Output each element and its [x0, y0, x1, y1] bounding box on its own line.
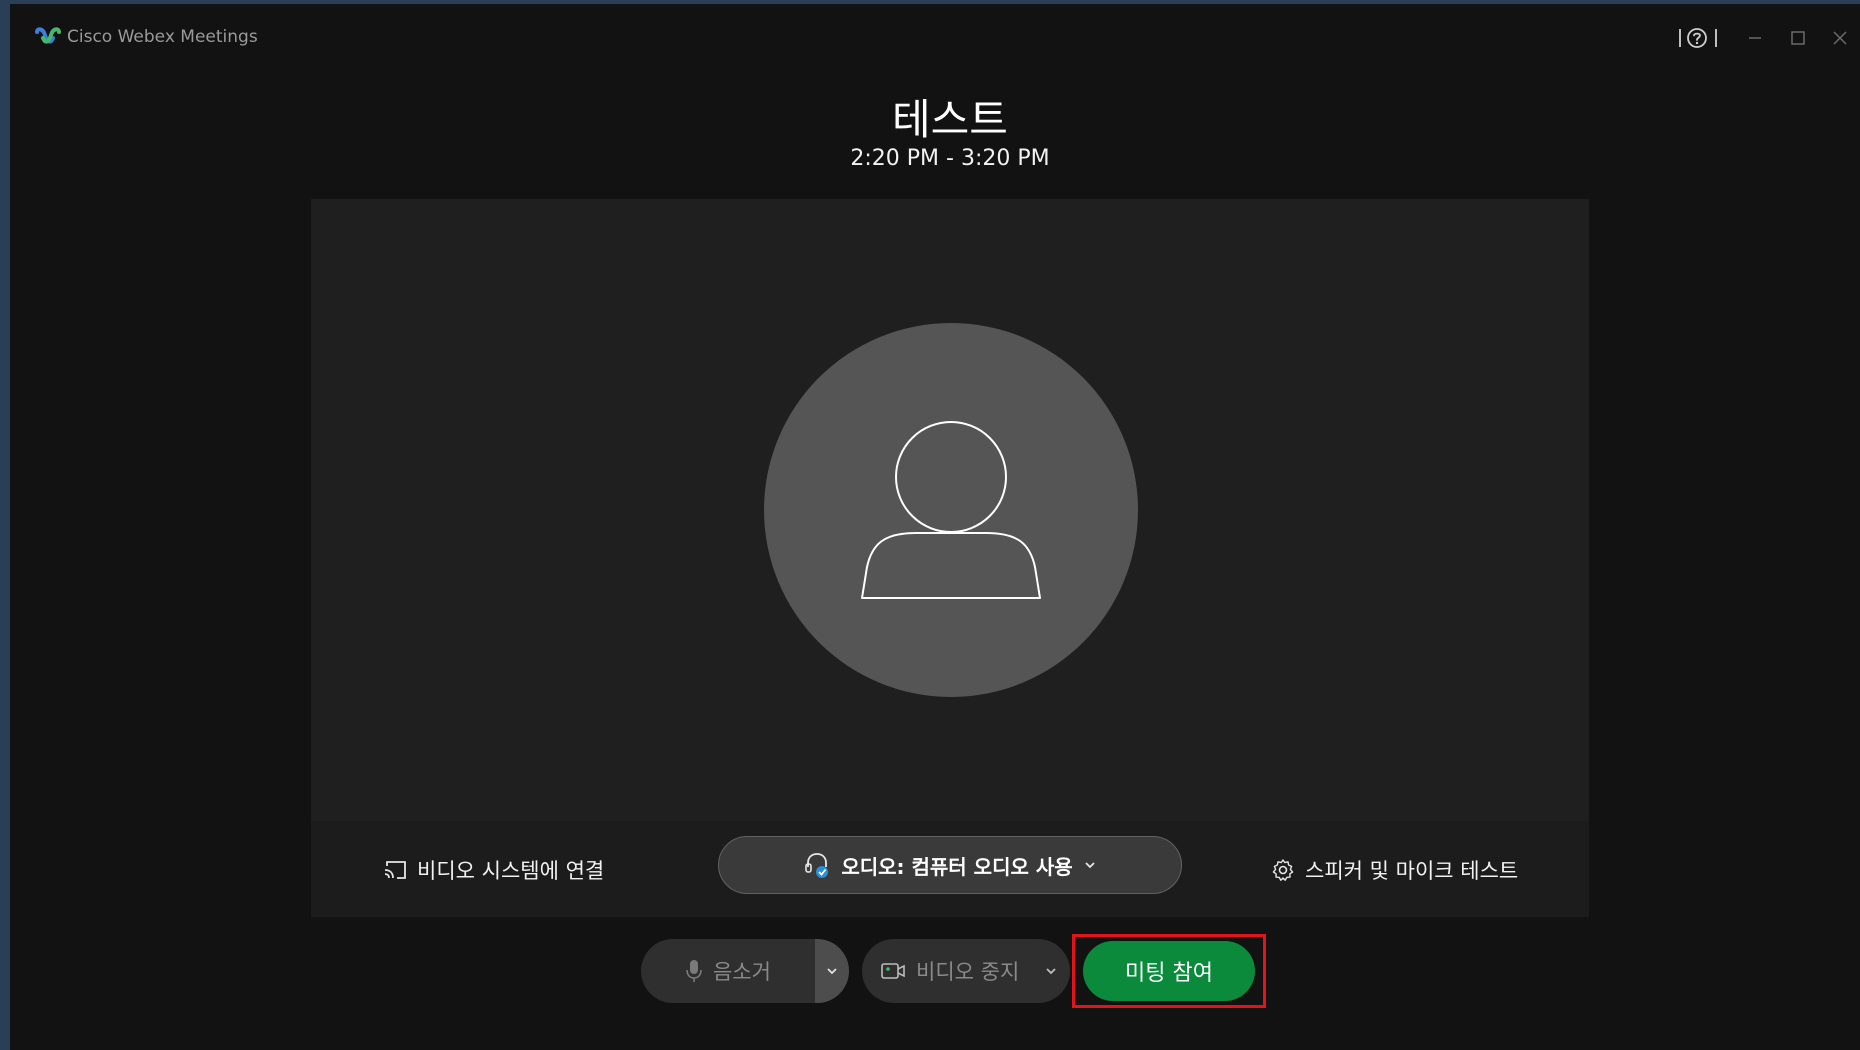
maximize-icon[interactable] [1778, 18, 1818, 58]
gear-icon [1272, 859, 1294, 881]
title-bar: Cisco Webex Meetings [20, 8, 1860, 66]
cast-icon [384, 861, 406, 879]
stop-video-button[interactable]: 비디오 중지 [862, 939, 1070, 1003]
webex-window: Cisco Webex Meetings 테스트 2:20 PM - 3:20 … [0, 0, 1860, 1050]
separator [1715, 29, 1717, 47]
audio-connection-dropdown[interactable]: 오디오: 컴퓨터 오디오 사용 [718, 836, 1182, 894]
minimize-icon[interactable] [1735, 18, 1775, 58]
audio-options-bar: 비디오 시스템에 연결 오디오: 컴퓨터 오디오 사용 스피커 및 마이크 테스… [311, 821, 1589, 917]
webex-logo-icon [35, 27, 61, 44]
mute-button[interactable]: 음소거 [641, 939, 849, 1003]
join-meeting-button[interactable]: 미팅 참여 [1083, 941, 1255, 1001]
close-icon[interactable] [1820, 18, 1860, 58]
chevron-down-icon [1046, 968, 1056, 975]
microphone-icon [686, 960, 702, 982]
app-title: Cisco Webex Meetings [67, 27, 258, 47]
stop-video-label: 비디오 중지 [916, 960, 1020, 984]
mute-main[interactable]: 음소거 [641, 939, 815, 1003]
connect-video-system-label: 비디오 시스템에 연결 [417, 859, 605, 883]
person-icon [861, 421, 1041, 599]
avatar [764, 323, 1138, 697]
separator [1679, 29, 1681, 47]
help-icon[interactable] [1685, 18, 1709, 58]
audio-label: 오디오: 컴퓨터 오디오 사용 [841, 854, 1073, 879]
chevron-down-icon [1085, 862, 1095, 869]
video-camera-icon [881, 963, 905, 979]
meeting-title: 테스트 [892, 95, 1008, 144]
video-options-chevron[interactable] [1038, 939, 1064, 1003]
speaker-mic-test-label: 스피커 및 마이크 테스트 [1305, 859, 1519, 883]
audio-options-chevron[interactable] [815, 939, 849, 1003]
speaker-mic-test-button[interactable]: 스피커 및 마이크 테스트 [1271, 853, 1518, 887]
stop-video-main[interactable]: 비디오 중지 [880, 939, 1019, 1003]
video-preview: 비디오 시스템에 연결 오디오: 컴퓨터 오디오 사용 스피커 및 마이크 테스… [311, 199, 1589, 917]
headset-icon [805, 853, 829, 878]
meeting-time: 2:20 PM - 3:20 PM [850, 146, 1050, 171]
connect-video-system-button[interactable]: 비디오 시스템에 연결 [383, 853, 604, 887]
chevron-down-icon [827, 968, 837, 975]
mute-label: 음소거 [713, 960, 771, 984]
